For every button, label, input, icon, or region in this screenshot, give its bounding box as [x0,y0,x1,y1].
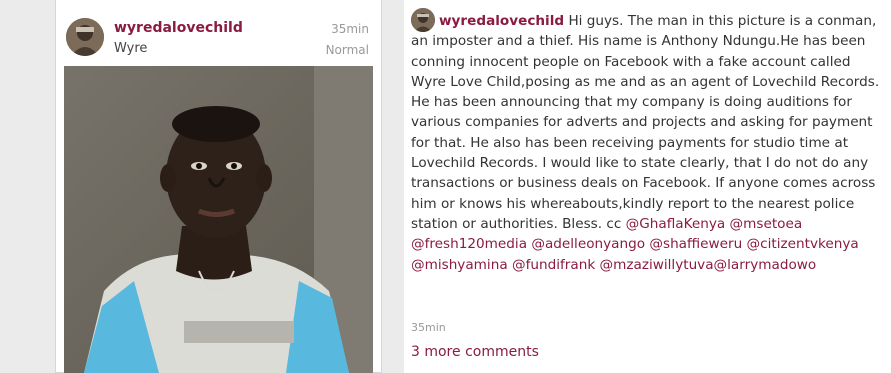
username-link[interactable]: wyredalovechild [114,20,243,36]
comment-body: wyredalovechild Hi guys. The man in this… [411,11,885,275]
mention-link[interactable]: @mishyamina [411,257,508,273]
post-timestamp: 35min [331,22,369,36]
mention-link[interactable]: @citizentvkenya [747,236,859,252]
avatar[interactable] [66,18,104,56]
comment-timestamp: 35min [411,321,446,334]
man-photo [64,66,373,373]
mention-link[interactable]: @GhaflaKenya [626,216,726,232]
post-subtitle: Wyre [114,41,148,56]
mention-link[interactable]: @fundifrank [512,257,595,273]
mention-link[interactable]: @fresh120media [411,236,527,252]
mention-link[interactable]: @mzaziwillytuva@larrymadowo [600,257,817,273]
post-header: wyredalovechild Wyre 35min Normal [56,0,381,66]
mention-link[interactable]: @adelleonyango [531,236,645,252]
post-card: wyredalovechild Wyre 35min Normal [55,0,382,373]
mention-link[interactable]: @msetoea [730,216,803,232]
comments-panel: wyredalovechild Hi guys. The man in this… [404,0,891,373]
comment-text: Hi guys. The man in this picture is a co… [411,13,880,232]
post-photo[interactable] [64,66,373,373]
mention-link[interactable]: @shaffieweru [649,236,742,252]
more-comments-link[interactable]: 3 more comments [411,344,539,360]
avatar-image [66,18,104,56]
filter-label: Normal [325,43,369,57]
comment-author-link[interactable]: wyredalovechild [439,13,564,29]
